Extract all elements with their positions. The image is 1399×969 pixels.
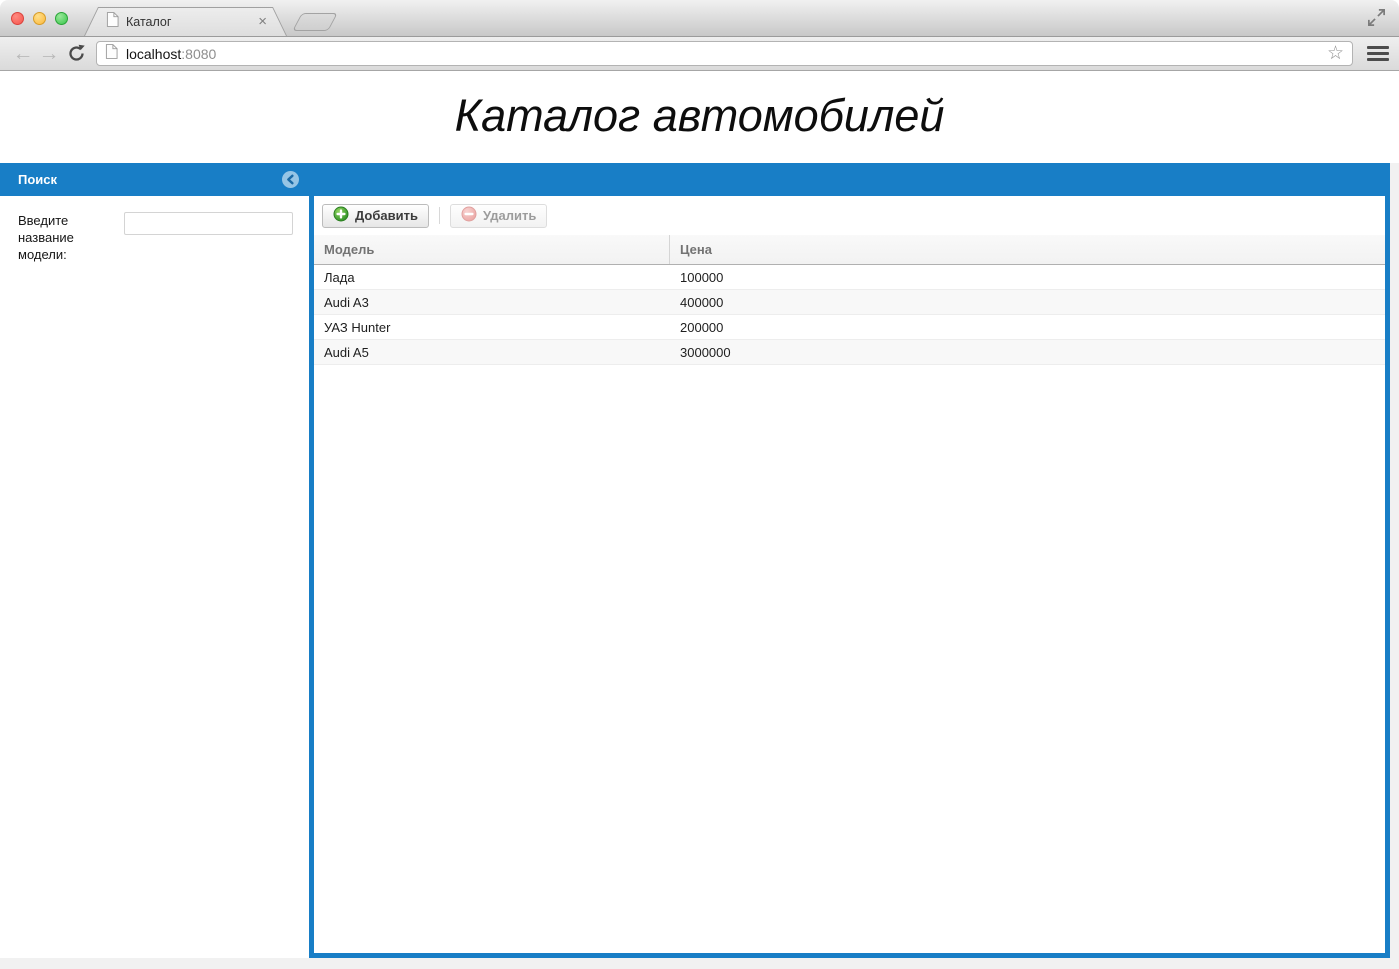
bookmark-star-icon[interactable]: ☆ [1327, 44, 1344, 63]
url-port: :8080 [181, 46, 216, 62]
column-header-model[interactable]: Модель [314, 235, 670, 264]
cell-price: 3000000 [670, 340, 1385, 364]
browser-tab[interactable]: Каталог × [84, 7, 287, 36]
delete-button-label: Удалить [483, 208, 536, 223]
navigation-bar: ← → localhost:8080 ☆ [0, 37, 1399, 71]
table-row[interactable]: Лада100000 [314, 265, 1385, 290]
reload-button-icon[interactable] [62, 43, 90, 64]
page-margin-right [1390, 163, 1399, 969]
app-container: Поиск Введите название модели: [0, 163, 1390, 958]
collapse-panel-button[interactable] [282, 171, 299, 188]
new-tab-button[interactable] [292, 13, 338, 31]
catalog-panel: Добавить Удалить [309, 196, 1390, 958]
window-minimize-button[interactable] [33, 12, 46, 25]
forward-button-icon[interactable]: → [36, 43, 62, 64]
page-content: Каталог автомобилей Поиск Введите назван… [0, 71, 1399, 969]
cell-price: 100000 [670, 265, 1385, 289]
cell-model: Audi A5 [314, 340, 670, 364]
cell-model: Audi A3 [314, 290, 670, 314]
search-form-row: Введите название модели: [0, 196, 295, 263]
table-row[interactable]: Audi A53000000 [314, 340, 1385, 365]
cell-model: Лада [314, 265, 670, 289]
window-close-button[interactable] [11, 12, 24, 25]
address-bar[interactable]: localhost:8080 ☆ [96, 41, 1353, 66]
window-zoom-button[interactable] [55, 12, 68, 25]
delete-button[interactable]: Удалить [450, 204, 547, 228]
grid-rows: Лада100000Audi A3400000УАЗ Hunter200000A… [314, 265, 1385, 365]
browser-menu-icon[interactable] [1367, 46, 1389, 61]
search-panel-title: Поиск [18, 163, 57, 196]
toolbar-separator [439, 207, 440, 224]
panel-header-strip: Поиск [0, 163, 1390, 196]
tab-favicon-page-icon [106, 12, 119, 32]
delete-icon [461, 206, 477, 225]
cell-price: 400000 [670, 290, 1385, 314]
page-margin-bottom [0, 958, 1399, 969]
titlebar: Каталог × [0, 0, 1399, 37]
browser-window: Каталог × ← → localhost:8080 ☆ [0, 0, 1399, 969]
column-header-price[interactable]: Цена [670, 235, 1385, 264]
add-button-label: Добавить [355, 208, 418, 223]
url-host: localhost [126, 46, 181, 62]
page-icon [105, 44, 118, 64]
tab-close-icon[interactable]: × [258, 14, 267, 29]
page-title: Каталог автомобилей [0, 71, 1399, 142]
add-button[interactable]: Добавить [322, 204, 429, 228]
cell-model: УАЗ Hunter [314, 315, 670, 339]
model-name-label: Введите название модели: [18, 212, 118, 263]
grid-header: Модель Цена [314, 235, 1385, 265]
back-button-icon[interactable]: ← [10, 43, 36, 64]
add-icon [333, 206, 349, 225]
tab-title: Каталог [126, 15, 251, 29]
table-row[interactable]: УАЗ Hunter200000 [314, 315, 1385, 340]
cell-price: 200000 [670, 315, 1385, 339]
window-controls [11, 12, 68, 25]
grid-toolbar: Добавить Удалить [314, 196, 1385, 235]
model-name-input[interactable] [124, 212, 293, 235]
table-row[interactable]: Audi A3400000 [314, 290, 1385, 315]
search-panel-body: Введите название модели: [0, 196, 295, 958]
url-text[interactable]: localhost:8080 [126, 46, 1319, 62]
fullscreen-icon[interactable] [1366, 7, 1387, 33]
